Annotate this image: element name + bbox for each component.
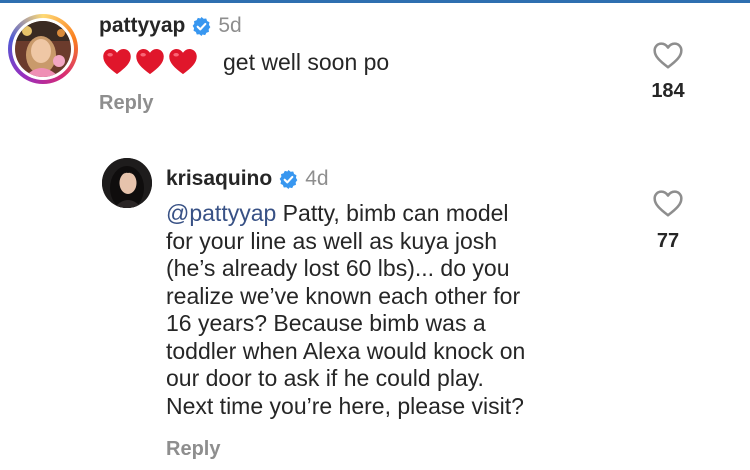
red-heart-emoji-icon: [103, 49, 131, 75]
comment-text: get well soon po: [223, 49, 390, 75]
username[interactable]: krisaquino: [166, 167, 272, 191]
reply-text-line: 16 years? Because bimb was a: [166, 310, 486, 336]
username[interactable]: pattyyap: [99, 14, 185, 38]
verified-badge-icon: [279, 169, 298, 189]
comment-header: pattyyap 5d: [99, 14, 242, 38]
like-column: 77: [638, 188, 698, 253]
reply-header: krisaquino 4d: [166, 167, 329, 191]
like-count: 184: [651, 80, 685, 102]
reply-text-line: for your line as well as kuya josh: [166, 227, 498, 254]
heart-outline-icon[interactable]: [652, 40, 684, 70]
comment: pattyyap 5d get well soon po Reply 184: [0, 0, 750, 130]
reply-button[interactable]: Reply: [166, 438, 220, 461]
heart-outline-icon[interactable]: [652, 188, 684, 218]
timestamp: 5d: [218, 14, 242, 37]
timestamp: 4d: [305, 167, 329, 190]
red-heart-emoji-icon: [136, 49, 164, 75]
avatar: [15, 21, 71, 77]
reply-text-line: @pattyyap Patty, bimb can model: [166, 200, 509, 226]
reply-text-line: Next time you’re here, please visit?: [166, 392, 524, 419]
reply-text-line: toddler when Alexa would knock on: [166, 337, 526, 364]
reply-text: @pattyyap Patty, bimb can model for your…: [166, 200, 636, 420]
avatar[interactable]: [102, 158, 152, 208]
heart-emojis: [102, 47, 198, 75]
reply-text-line: realize we’ve known each other for: [166, 282, 521, 309]
verified-badge-icon: [193, 16, 211, 36]
mention-link[interactable]: @pattyyap: [166, 200, 276, 226]
like-count: 77: [656, 230, 680, 252]
red-heart-emoji-icon: [169, 49, 197, 75]
story-ring-avatar[interactable]: [8, 14, 78, 84]
reply-button[interactable]: Reply: [99, 92, 153, 115]
reply-text-line: our door to ask if he could play.: [166, 365, 484, 391]
reply-text-line: (he’s already lost 60 lbs)... do you: [166, 255, 510, 281]
like-column: 184: [638, 40, 698, 103]
